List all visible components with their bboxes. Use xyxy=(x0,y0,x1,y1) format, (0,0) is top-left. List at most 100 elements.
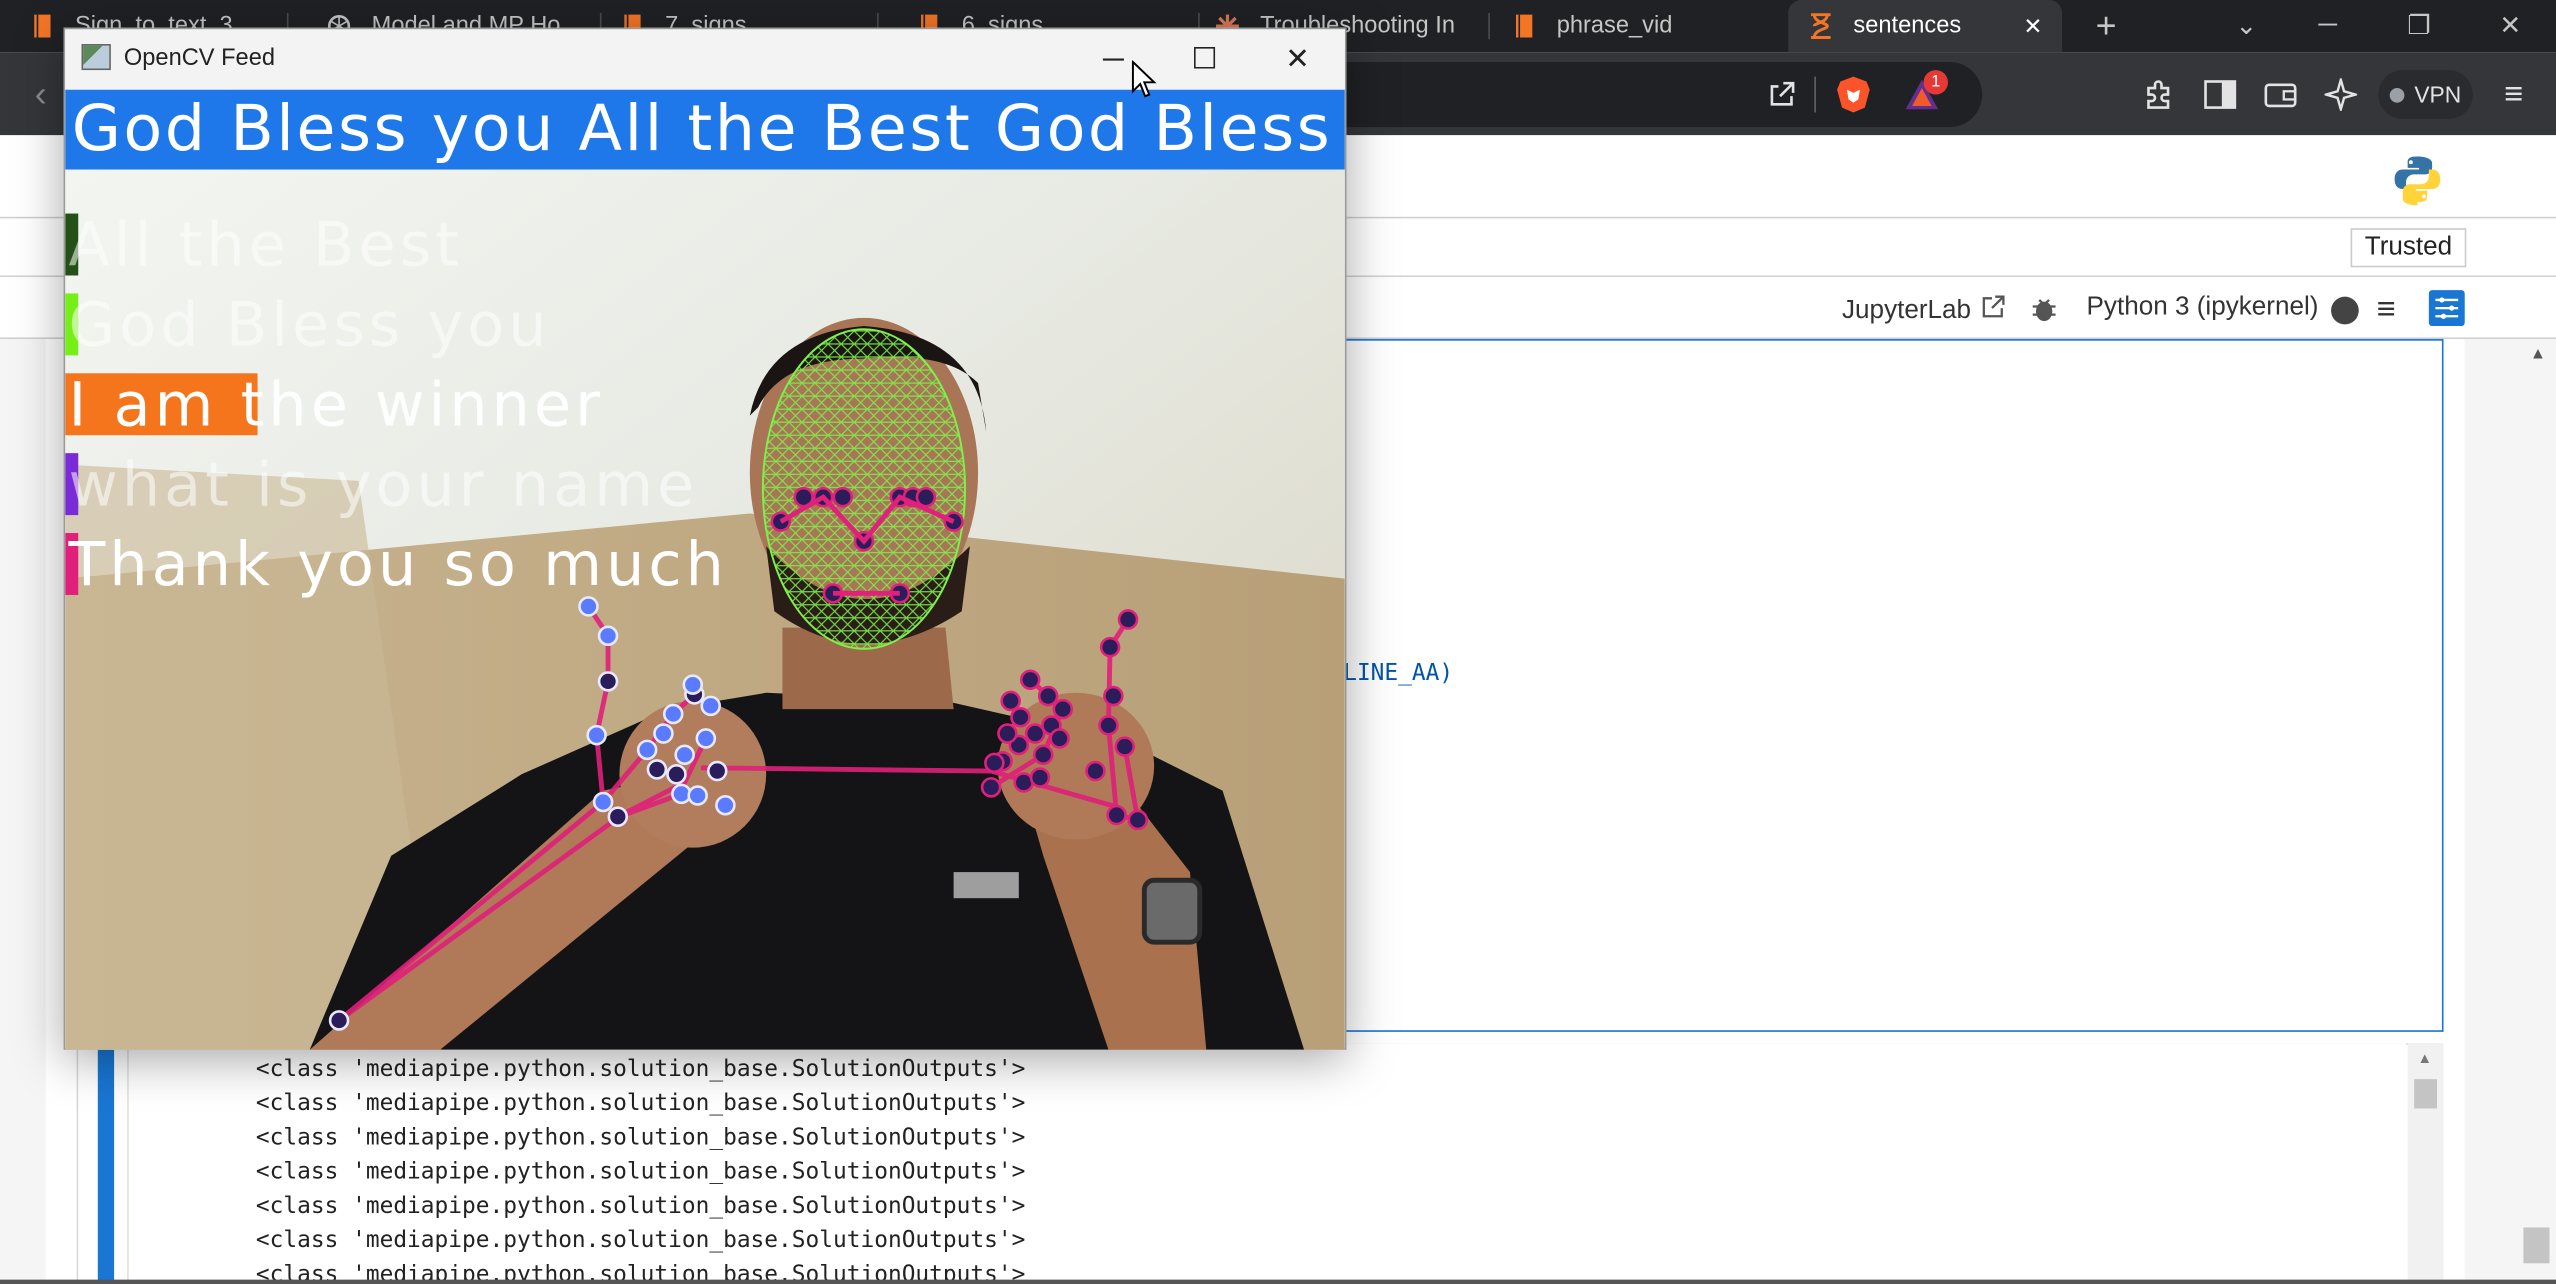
landmark-dot xyxy=(997,723,1018,744)
landmark-dot xyxy=(597,671,619,692)
code-cell[interactable] xyxy=(1339,339,2444,1032)
tab-label: phrase_vid xyxy=(1556,13,1673,40)
output-line: <class 'mediapipe.python.solution_base.S… xyxy=(255,1090,1026,1117)
opencv-close-button[interactable]: ✕ xyxy=(1260,34,1335,83)
page-scroll-thumb[interactable] xyxy=(2523,1227,2550,1264)
bug-icon xyxy=(2032,299,2056,322)
landmark-dot xyxy=(586,724,607,746)
landmark-dot xyxy=(1049,728,1070,749)
jupyter-book-icon xyxy=(1511,13,1537,39)
sign-option-row: I am the winner xyxy=(65,367,1345,442)
extensions-icon[interactable] xyxy=(2142,77,2178,113)
landmark-dot xyxy=(1037,685,1059,707)
brave-shields-icon[interactable] xyxy=(1834,73,1873,115)
leo-ai-icon[interactable] xyxy=(2323,77,2359,113)
output-line: <class 'mediapipe.python.solution_base.S… xyxy=(255,1124,1026,1151)
sign-option-label: God Bless you xyxy=(68,289,551,360)
chevron-down-icon: ⌄ xyxy=(2235,13,2258,41)
vpn-status-dot xyxy=(2389,87,2405,102)
landmark-dot xyxy=(706,760,728,782)
toolbar-divider xyxy=(1814,76,1816,113)
opencv-window[interactable]: OpenCV Feed ─ ☐ ✕ God Bless you All the … xyxy=(63,27,1347,1050)
tab-sentences[interactable]: sentences ✕ xyxy=(1788,0,2063,53)
sign-option-label: what is your name xyxy=(68,449,699,520)
debugger-button[interactable] xyxy=(2031,295,2057,324)
landmark-dot xyxy=(646,759,668,780)
output-scrollbar[interactable]: ▲ xyxy=(2407,1043,2444,1284)
restore-browser-button[interactable]: ❐ xyxy=(2373,0,2464,52)
landmark-dot xyxy=(1103,685,1124,707)
opencv-window-title: OpenCV Feed xyxy=(123,45,276,72)
page-scroll-up-icon[interactable]: ▲ xyxy=(2530,346,2546,364)
tab-search-button[interactable]: ⌄ xyxy=(2201,0,2292,52)
tab-label: sentences xyxy=(1853,13,1962,40)
landmark-dot xyxy=(715,794,736,816)
minimize-icon: ─ xyxy=(1102,41,1124,75)
kernel-status-icon xyxy=(2331,296,2359,325)
restore-icon: ❐ xyxy=(2407,13,2431,41)
sign-option-row: what is your name xyxy=(65,447,1345,522)
opencv-app-icon xyxy=(81,44,111,71)
close-tab-icon[interactable]: ✕ xyxy=(2023,12,2042,40)
address-bar[interactable] xyxy=(1300,61,1983,128)
share-icon[interactable] xyxy=(1764,77,1800,113)
close-icon: ✕ xyxy=(1285,41,1310,75)
landmark-dot xyxy=(695,728,717,749)
property-inspector-button[interactable] xyxy=(2428,290,2465,327)
landmark-dot xyxy=(1117,609,1139,630)
output-scroll-thumb[interactable] xyxy=(2414,1079,2437,1109)
cell-collapser[interactable] xyxy=(97,1043,115,1284)
jupyterlab-link[interactable]: JupyterLab xyxy=(1842,293,2007,327)
landmark-dot xyxy=(1098,715,1119,736)
taskbar-edge xyxy=(0,1279,2556,1284)
sign-option-row: All the Best xyxy=(65,207,1345,282)
landmark-dot xyxy=(687,785,708,806)
tab-phrase-vid[interactable]: phrase_vid xyxy=(1495,0,1764,52)
landmark-dot xyxy=(1010,706,1031,728)
sign-option-row: Thank you so much xyxy=(65,527,1345,602)
wallet-icon[interactable] xyxy=(2263,77,2299,113)
trusted-indicator[interactable]: Trusted xyxy=(2350,228,2467,268)
list-icon: ≡ xyxy=(2376,291,2396,328)
landmark-dot xyxy=(328,1010,350,1031)
landmark-dot xyxy=(980,777,1002,798)
page-scrollbar[interactable]: ▲ xyxy=(2464,339,2556,1284)
landmark-dot xyxy=(1085,760,1106,782)
menu-button[interactable]: ≡ xyxy=(2494,75,2533,114)
output-line: <class 'mediapipe.python.solution_base.S… xyxy=(255,1193,1026,1220)
landmark-dot xyxy=(682,674,704,695)
prediction-sentence: God Bless you All the Best God Bless yo xyxy=(71,92,1345,167)
kernel-label: Python 3 (ipykernel) xyxy=(2086,293,2319,322)
output-line: <class 'mediapipe.python.solution_base.S… xyxy=(255,1159,1026,1186)
sidebar-icon[interactable] xyxy=(2202,77,2238,113)
landmark-dot xyxy=(1114,736,1136,757)
landmark-dot xyxy=(607,806,629,827)
hourglass-icon xyxy=(1808,13,1834,39)
back-button[interactable]: ‹ xyxy=(23,73,59,114)
landmark-dot xyxy=(592,791,614,813)
sign-option-label: I am the winner xyxy=(68,369,605,440)
kernel-name[interactable]: Python 3 (ipykernel) xyxy=(2087,293,2319,322)
mouse-cursor-icon xyxy=(1131,60,1157,98)
landmark-dot xyxy=(636,739,658,761)
vpn-button[interactable]: VPN xyxy=(2378,70,2473,119)
new-tab-button[interactable]: + xyxy=(2060,0,2151,52)
close-browser-button[interactable]: ✕ xyxy=(2465,0,2556,52)
minimize-browser-button[interactable]: ─ xyxy=(2282,0,2373,52)
vpn-label: VPN xyxy=(2414,81,2462,108)
toc-button[interactable]: ≡ xyxy=(2377,292,2396,329)
jupyter-book-icon xyxy=(29,13,55,39)
landmark-dot xyxy=(1099,636,1121,658)
landmark-dot xyxy=(984,752,1005,774)
code-fragment: LINE_AA) xyxy=(1343,660,1453,686)
opencv-maximize-button[interactable]: ☐ xyxy=(1167,34,1242,83)
landmark-dot xyxy=(1019,669,1041,691)
rewards-badge: 1 xyxy=(1923,70,1948,95)
landmark-dot xyxy=(1052,698,1074,720)
landmark-dot xyxy=(597,625,619,647)
hamburger-icon: ≡ xyxy=(2504,75,2524,112)
scroll-up-icon[interactable]: ▲ xyxy=(2417,1050,2432,1066)
landmark-dot xyxy=(674,744,695,766)
code-token: LINE_AA) xyxy=(1343,660,1454,687)
landmark-dot xyxy=(662,703,684,725)
